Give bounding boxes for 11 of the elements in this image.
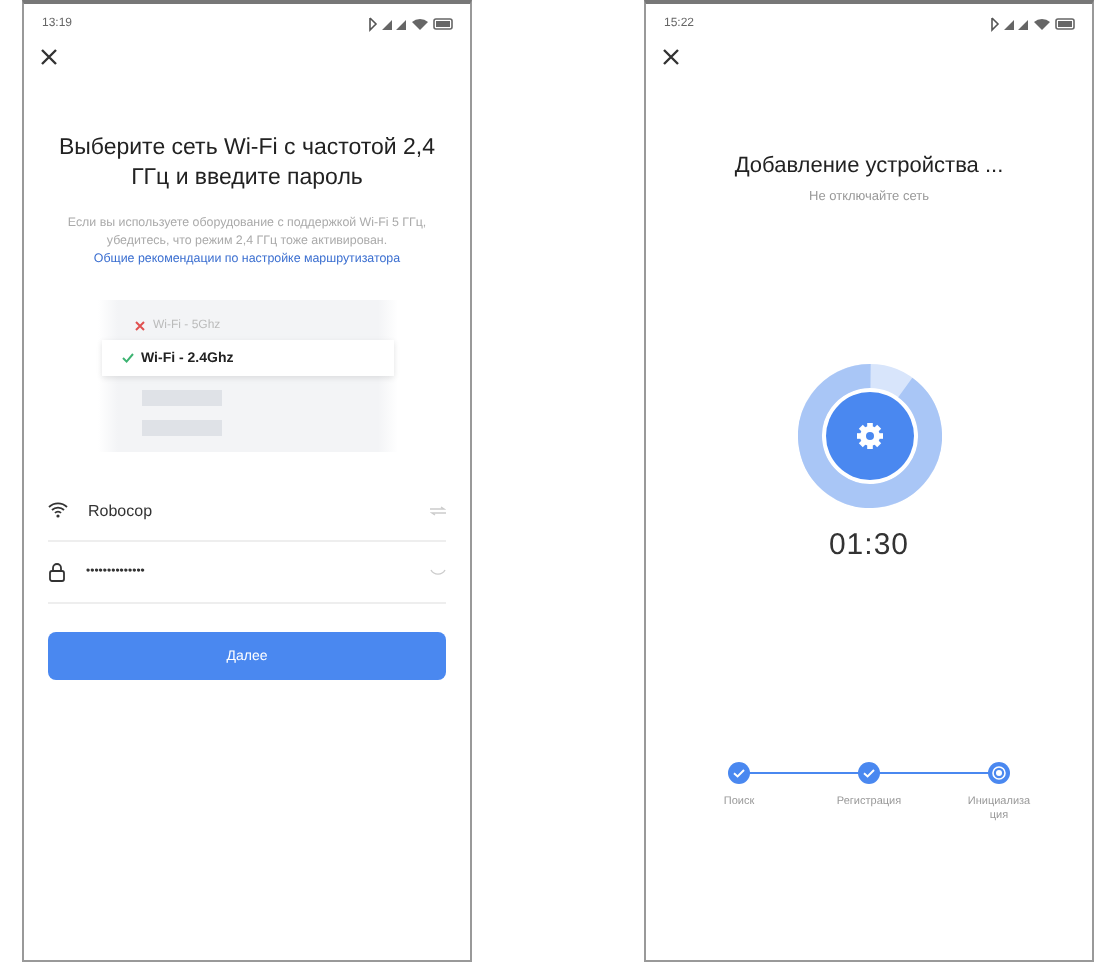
screen-title: Выберите сеть Wi-Fi с частотой 2,4 ГГц и введите пароль bbox=[56, 134, 438, 194]
screen-title: Добавление устройства ... bbox=[732, 154, 1006, 178]
lock-icon bbox=[48, 562, 66, 582]
close-icon[interactable] bbox=[662, 48, 680, 66]
countdown-timer: 01:30 bbox=[826, 528, 912, 562]
close-icon[interactable] bbox=[40, 48, 58, 66]
status-icons bbox=[988, 16, 1076, 32]
progress-ring bbox=[797, 364, 941, 508]
status-icons bbox=[366, 16, 454, 32]
wifi-name-field[interactable]: Robocop bbox=[48, 480, 446, 542]
wifi-icon bbox=[48, 502, 68, 518]
